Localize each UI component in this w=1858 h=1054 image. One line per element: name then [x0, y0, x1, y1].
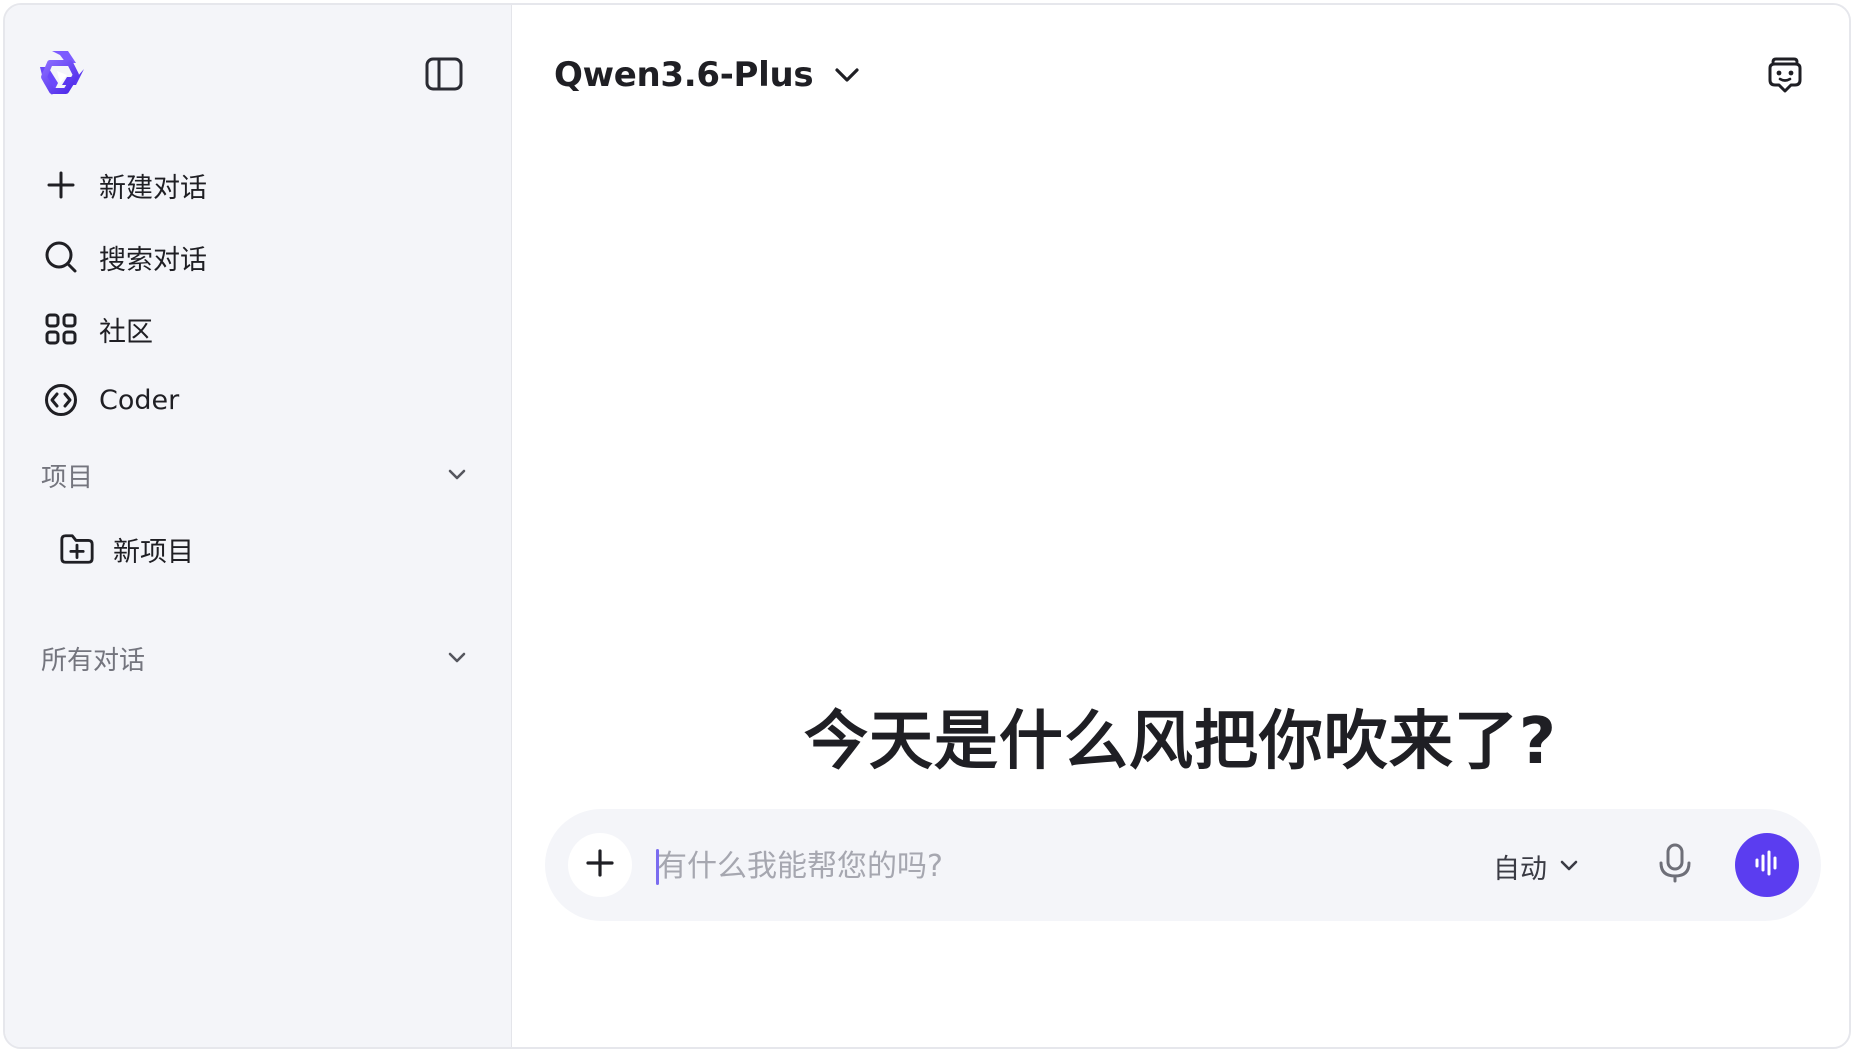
new-chat-button[interactable]: 新建对话 [43, 160, 207, 210]
new-project-label: 新项目 [113, 536, 194, 568]
folder-plus-icon [59, 531, 95, 567]
code-circle-icon [43, 382, 79, 418]
projects-section-label: 项目 [41, 462, 94, 493]
grid-icon [43, 311, 79, 347]
message-input[interactable] [657, 835, 1397, 897]
chat-bot-button[interactable] [1761, 55, 1809, 99]
sidebar: 新建对话 搜索对话 社区 Coder 项目 新项目 所有对话 [5, 5, 512, 1047]
voice-mode-button[interactable] [1735, 833, 1799, 897]
chat-bot-icon [1765, 56, 1805, 98]
coder-button[interactable]: Coder [43, 375, 179, 425]
microphone-icon [1657, 843, 1693, 887]
chevron-down-icon [831, 59, 863, 91]
all-chats-section-label: 所有对话 [41, 645, 146, 676]
new-chat-label: 新建对话 [99, 172, 207, 204]
model-name: Qwen3.6-Plus [554, 55, 814, 95]
new-project-button[interactable]: 新项目 [59, 524, 194, 574]
search-icon [43, 239, 79, 275]
community-button[interactable]: 社区 [43, 304, 153, 354]
sidebar-toggle-icon [425, 57, 463, 95]
chevron-down-icon [443, 644, 471, 672]
app-window: 新建对话 搜索对话 社区 Coder 项目 新项目 所有对话 Qwen3.6-P… [3, 3, 1851, 1049]
mode-label: 自动 [1493, 853, 1547, 885]
chevron-down-icon [1557, 854, 1581, 878]
qwen-logo-icon[interactable] [30, 45, 90, 105]
attach-button[interactable] [568, 833, 632, 897]
main-panel: Qwen3.6-Plus 今天是什么风把你吹来了? 有什么我能帮您的吗? 自动 [512, 5, 1849, 1047]
community-label: 社区 [99, 316, 153, 348]
voice-wave-icon [1752, 848, 1782, 882]
microphone-button[interactable] [1651, 841, 1699, 889]
welcome-heading: 今天是什么风把你吹来了? [803, 705, 1558, 779]
search-chats-button[interactable]: 搜索对话 [43, 232, 207, 282]
text-caret [656, 849, 659, 885]
plus-icon [43, 167, 79, 203]
projects-section-toggle[interactable]: 项目 [41, 453, 471, 497]
chat-composer: 自动 [545, 809, 1821, 921]
plus-icon [585, 848, 615, 882]
coder-label: Coder [99, 384, 180, 416]
sidebar-toggle-button[interactable] [423, 56, 465, 96]
model-selector[interactable]: Qwen3.6-Plus [554, 52, 863, 98]
mode-selector[interactable]: 自动 [1493, 845, 1581, 887]
all-chats-section-toggle[interactable]: 所有对话 [41, 636, 471, 680]
chevron-down-icon [443, 461, 471, 489]
search-chats-label: 搜索对话 [99, 244, 207, 276]
